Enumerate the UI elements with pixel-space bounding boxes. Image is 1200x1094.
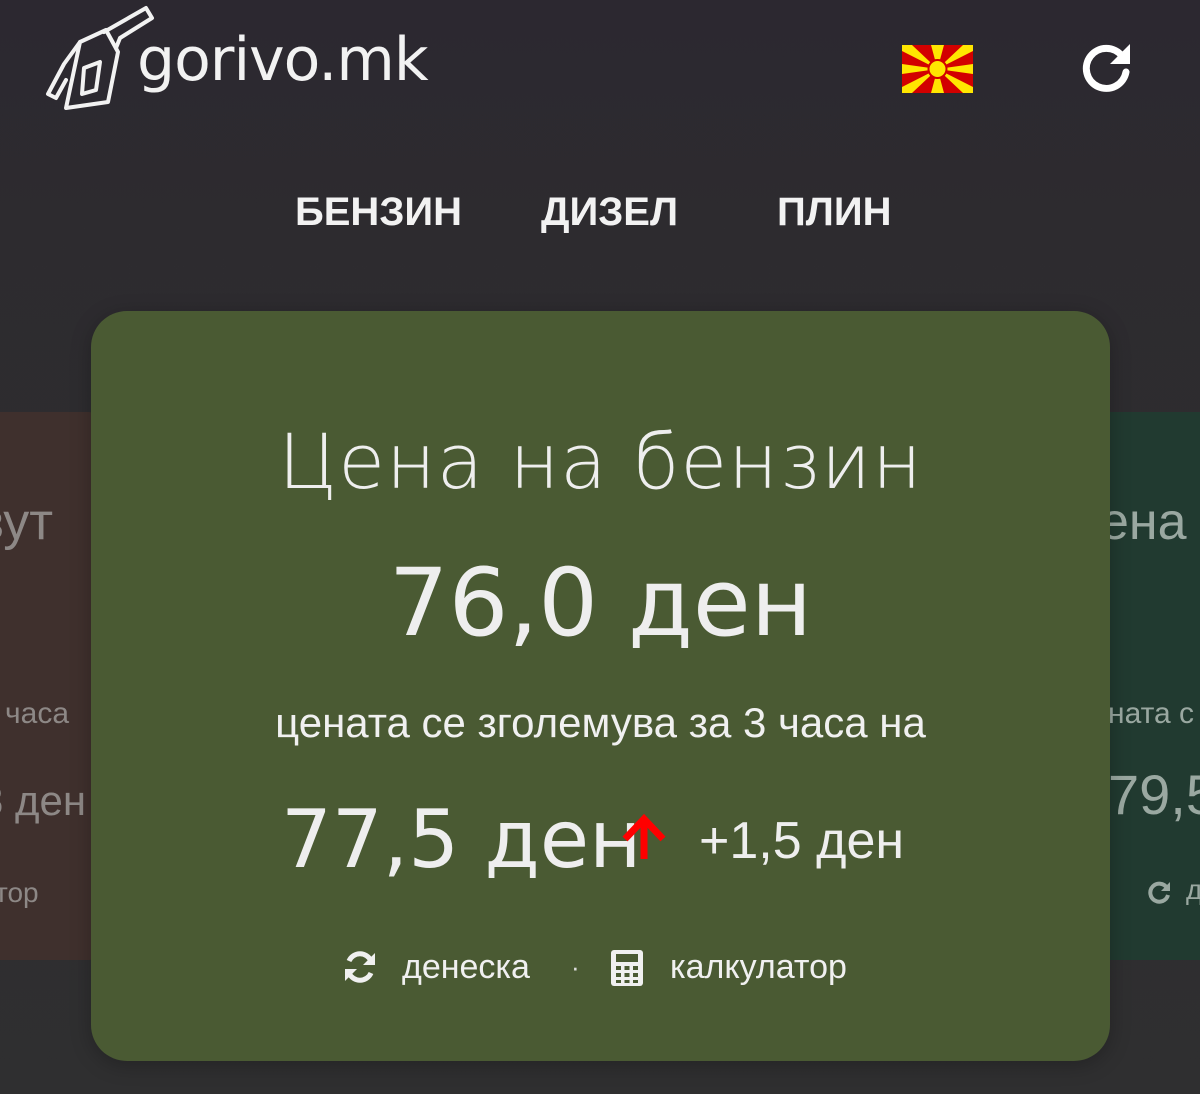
calculator-label: калкулатор — [670, 948, 847, 986]
next-card-note: ната с — [1108, 697, 1195, 730]
future-price: 77,5 ден — [281, 793, 642, 886]
card-actions: денеска · калкулатор — [91, 947, 1110, 987]
tab-petrol[interactable]: БЕНЗИН — [295, 186, 462, 238]
prev-card-price: 8 ден — [0, 777, 87, 824]
card-title: Цена на бензин — [278, 417, 923, 506]
prev-card-note: 3 часа — [0, 697, 70, 730]
tab-diesel[interactable]: ДИЗЕЛ — [541, 186, 678, 238]
next-card-title: ена — [1100, 493, 1187, 551]
prev-fuel-card[interactable]: зут 3 часа 8 ден атор — [0, 412, 95, 960]
macedonia-flag-icon[interactable] — [902, 45, 973, 93]
calculator-link[interactable]: калкулатор — [610, 947, 890, 987]
current-price: 76,0 ден — [388, 549, 813, 658]
prev-card-title: зут — [0, 493, 54, 551]
arrow-up-icon — [622, 813, 666, 859]
next-fuel-card[interactable]: ена ната с 79,5 д — [1100, 412, 1200, 960]
refresh-icon[interactable] — [1078, 40, 1134, 96]
brand-name[interactable]: gorivo.mk — [137, 30, 429, 90]
next-card-refresh-icon — [1148, 881, 1170, 904]
prev-card-link: атор — [0, 877, 39, 908]
calculator-icon — [611, 950, 643, 986]
future-price-row: 77,5 ден +1,5 ден — [281, 793, 981, 886]
next-card-link: д — [1186, 874, 1200, 905]
app-header: gorivo.mk — [0, 0, 1200, 140]
price-difference: +1,5 ден — [699, 812, 905, 870]
today-label: денеска — [402, 948, 530, 986]
price-change-note: цената се зголемува за 3 часа на — [275, 699, 926, 746]
sync-icon — [345, 951, 375, 983]
today-link[interactable]: денеска — [342, 947, 542, 987]
next-card-price: 79,5 — [1108, 763, 1200, 826]
tab-gas[interactable]: ПЛИН — [777, 186, 891, 238]
fuel-tabs: БЕНЗИН ДИЗЕЛ ПЛИН — [0, 186, 1200, 238]
petrol-price-card: Цена на бензин 76,0 ден цената се зголем… — [91, 311, 1110, 1061]
separator-dot: · — [571, 952, 580, 982]
